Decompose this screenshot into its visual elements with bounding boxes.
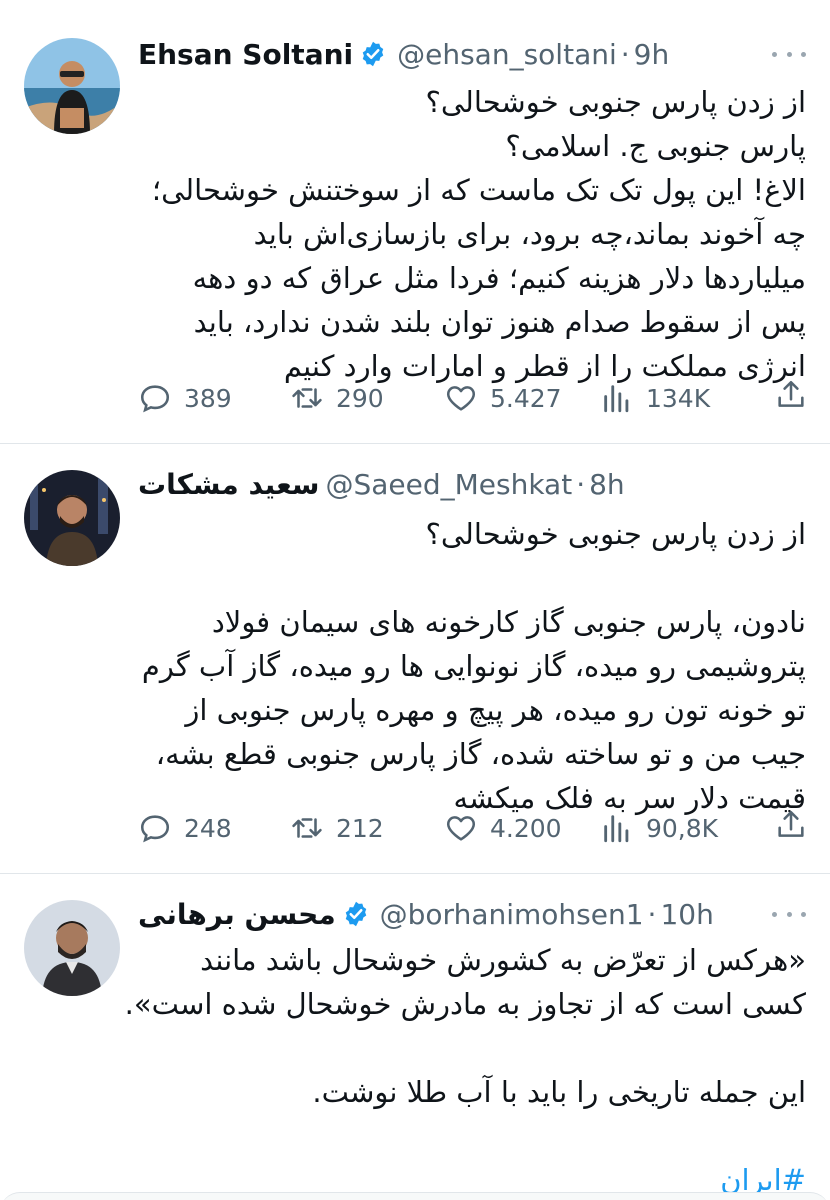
display-name[interactable]: محسن برهانی — [138, 898, 336, 931]
tweet-actions: 248 212 4.200 90,8K — [138, 808, 808, 848]
like-button[interactable]: 4.200 — [444, 808, 562, 848]
tweet-line: پتروشیمی رو میده، گاز نونوایی ها رو میده… — [141, 649, 806, 683]
share-button[interactable] — [774, 378, 808, 416]
reply-count: 389 — [184, 383, 232, 413]
retweet-count: 290 — [336, 383, 384, 413]
tweet-line: الاغ! این پول تک تک ماست که از سوختنش خو… — [151, 173, 806, 207]
tweet-header: سعید مشکات @Saeed_Meshkat · 8h — [138, 464, 770, 504]
tweet-line: این جمله تاریخی را باید با آب طلا نوشت. — [312, 1075, 806, 1109]
reply-button[interactable]: 389 — [138, 378, 232, 418]
reply-count: 248 — [184, 813, 232, 843]
share-icon — [778, 810, 804, 837]
user-handle[interactable]: @ehsan_soltani — [397, 38, 617, 71]
tweet-line: میلیاردها دلار هزینه کنیم؛ فردا مثل عراق… — [192, 261, 806, 295]
timeline-feed: Ehsan Soltani @ehsan_soltani · 9h از زدن… — [0, 0, 830, 1200]
like-button[interactable]: 5.427 — [444, 378, 562, 418]
views-button[interactable]: 90,8K — [600, 808, 718, 848]
retweet-button[interactable]: 290 — [290, 378, 384, 418]
verified-icon — [362, 41, 384, 67]
share-icon — [778, 380, 804, 407]
tweet-line: کسی است که از تجاوز به مادرش خوشحال شده … — [124, 987, 806, 1021]
avatar[interactable] — [24, 470, 120, 566]
tweet-header: محسن برهانی @borhanimohsen1 · 10h — [138, 894, 770, 934]
retweet-icon — [292, 818, 322, 838]
tweet-line: چه آخوند بماند،چه برود، برای بازسازی‌اش … — [253, 217, 806, 251]
tweet-line: از زدن پارس جنوبی خوشحالی؟ — [425, 85, 806, 119]
more-icon[interactable] — [772, 904, 806, 924]
verified-icon — [345, 901, 366, 927]
tweet-line: «هرکس از تعرّض به کشورش خوشحال باشد مانن… — [200, 943, 806, 977]
timestamp[interactable]: 9h — [634, 38, 670, 71]
retweet-icon — [292, 388, 322, 408]
user-handle[interactable]: @Saeed_Meshkat — [325, 468, 572, 501]
tweet-line: جیب من و تو ساخته شده، گاز پارس جنوبی قط… — [155, 737, 806, 771]
tweet[interactable]: Ehsan Soltani @ehsan_soltani · 9h از زدن… — [0, 0, 830, 444]
tweet-line: پس از سقوط صدام هنوز توان بلند شدن ندارد… — [193, 305, 806, 339]
retweet-count: 212 — [336, 813, 384, 843]
reply-icon — [140, 815, 170, 843]
tweet[interactable]: محسن برهانی @borhanimohsen1 · 10h «هرکس … — [0, 874, 830, 1197]
like-icon — [446, 816, 476, 841]
timestamp[interactable]: 10h — [660, 898, 713, 931]
views-count: 90,8K — [646, 813, 719, 843]
next-tweet-preview — [0, 1192, 830, 1200]
like-count: 5.427 — [490, 383, 562, 413]
tweet-actions: 389 290 5.427 134K — [138, 378, 808, 418]
tweet[interactable]: سعید مشکات @Saeed_Meshkat · 8h از زدن پا… — [0, 444, 830, 874]
display-name[interactable]: Ehsan Soltani — [138, 38, 353, 71]
tweet-text: «هرکس از تعرّض به کشورش خوشحال باشد مانن… — [124, 938, 806, 1200]
tweet-line: از زدن پارس جنوبی خوشحالی؟ — [425, 517, 806, 551]
retweet-button[interactable]: 212 — [290, 808, 384, 848]
separator: · — [647, 897, 657, 931]
views-count: 134K — [646, 383, 711, 413]
tweet-line: پارس جنوبی ج. اسلامی؟ — [505, 129, 806, 163]
tweet-text: از زدن پارس جنوبی خوشحالی؟ پارس جنوبی ج.… — [138, 80, 806, 388]
views-icon — [604, 385, 629, 413]
like-icon — [446, 386, 476, 411]
user-handle[interactable]: @borhanimohsen1 — [380, 898, 644, 931]
avatar[interactable] — [24, 900, 120, 996]
more-icon[interactable] — [772, 44, 806, 64]
share-button[interactable] — [774, 808, 808, 846]
avatar[interactable] — [24, 38, 120, 134]
display-name[interactable]: سعید مشکات — [138, 468, 319, 501]
views-icon — [604, 815, 629, 843]
separator: · — [620, 37, 630, 71]
like-count: 4.200 — [490, 813, 562, 843]
reply-icon — [140, 385, 170, 413]
tweet-text: از زدن پارس جنوبی خوشحالی؟ نادون، پارس ج… — [138, 512, 806, 820]
tweet-line: نادون، پارس جنوبی گاز کارخونه های سیمان … — [211, 605, 806, 639]
reply-button[interactable]: 248 — [138, 808, 232, 848]
timestamp[interactable]: 8h — [589, 468, 625, 501]
views-button[interactable]: 134K — [600, 378, 710, 418]
tweet-header: Ehsan Soltani @ehsan_soltani · 9h — [138, 34, 770, 74]
tweet-line: تو خونه تون رو میده، هر پیچ و مهره پارس … — [185, 693, 806, 727]
separator: · — [576, 467, 586, 501]
